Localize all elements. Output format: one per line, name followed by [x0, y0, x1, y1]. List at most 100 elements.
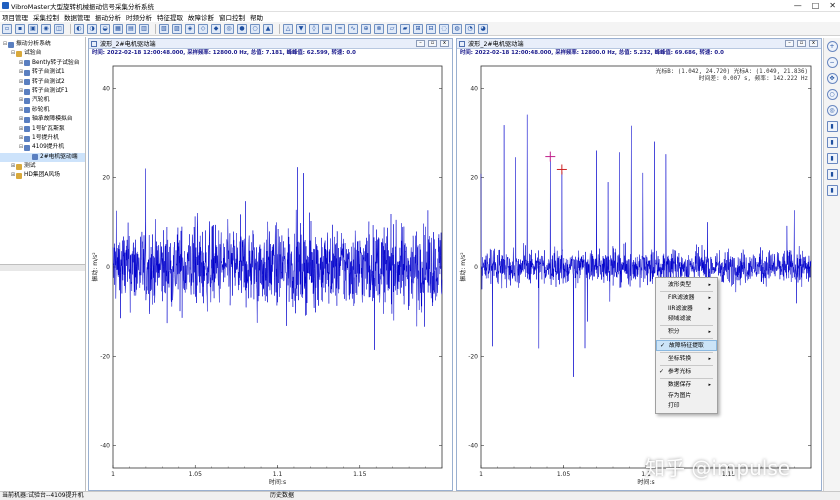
context-menu-item[interactable]: ✓ 故障特征提取	[656, 340, 717, 351]
toolbar-tool-icon[interactable]: ▧	[159, 23, 169, 34]
context-menu-item[interactable]: 波形类型	[656, 280, 717, 291]
context-menu-item[interactable]: 打印	[656, 401, 717, 411]
context-menu-item[interactable]: 频域滤波	[656, 314, 717, 324]
minimize-button[interactable]: —	[794, 1, 802, 10]
waveform-plot[interactable]: -40 -20 0 20 40 1 1.05 1.1 1.15 时间:s 振动: m/s² 光标B: …	[457, 58, 821, 490]
child-minimize-button[interactable]: –	[785, 40, 794, 47]
context-menu-item[interactable]: 数据保存	[656, 380, 717, 391]
context-menu-item[interactable]: FIR滤波器	[656, 293, 717, 304]
tree-node[interactable]: ⊟ 4109提升机	[0, 143, 85, 152]
toolbar-tool-icon[interactable]: ▪	[15, 23, 25, 34]
toolbar-tool-icon[interactable]: ◊	[309, 23, 319, 34]
tree-node[interactable]: ⊞ HD集团A风场	[0, 171, 85, 180]
toolbar-tool-icon[interactable]: ⊞	[413, 23, 423, 34]
child-restore-button[interactable]: ▫	[428, 40, 437, 47]
toolbar-tool-icon[interactable]: ◍	[452, 23, 462, 34]
toolbar-tool-icon[interactable]: △	[283, 23, 293, 34]
watermark: 知乎 @impulse	[645, 456, 791, 480]
waveform-plot[interactable]: -40 -20 0 20 40 1 1.05 1.1 1.15 时间:s 振动: m/s²	[89, 58, 452, 490]
toolbar-tool-icon[interactable]: ◉	[41, 23, 51, 34]
toolbar-tool-icon[interactable]: ⊗	[374, 23, 384, 34]
tree-node[interactable]: ⊞ 转子台测试2	[0, 78, 85, 87]
toolbar-tool-icon[interactable]: ▱	[387, 23, 397, 34]
waveform-chart[interactable]: -40 -20 0 20 40 1 1.05 1.1 1.15 时间:s 振动: m/s²	[89, 58, 452, 490]
toolbar-tool-icon[interactable]: ◫	[54, 23, 64, 34]
window-caption[interactable]: 波形_2#电机驱动端 – ▫ x	[89, 39, 452, 49]
tree-node[interactable]: ⊞ 1号提升机	[0, 134, 85, 143]
tree-node[interactable]: ⊞ 测试	[0, 162, 85, 171]
toolbar-tool-icon[interactable]: ◑	[87, 23, 97, 34]
toolbar-tool-icon[interactable]: ▰	[400, 23, 410, 34]
bar-chart-icon[interactable]: ▮	[826, 121, 838, 132]
toolbar-tool-icon[interactable]: ○	[250, 23, 260, 34]
spectrum-compare-icon[interactable]: ▮	[826, 169, 838, 180]
toolbar-tool-icon[interactable]: ▦	[113, 23, 123, 34]
spectrum-red-icon[interactable]: ▮	[826, 153, 838, 164]
toolbar-tool-icon[interactable]: ▲	[263, 23, 273, 34]
pan-icon[interactable]: ✥	[826, 73, 838, 84]
child-minimize-button[interactable]: –	[416, 40, 425, 47]
context-menu-item[interactable]: 存为图片	[656, 391, 717, 401]
maximize-button[interactable]: □	[812, 1, 820, 10]
menu-help[interactable]: 帮助	[250, 12, 263, 22]
close-button[interactable]: ✕	[829, 1, 836, 10]
reset-view-icon[interactable]: ◎	[826, 105, 838, 116]
toolbar-tool-icon[interactable]: ◇	[198, 23, 208, 34]
toolbar-tool-icon[interactable]: ◕	[478, 23, 488, 34]
menu-diagnosis[interactable]: 故障诊断	[188, 12, 214, 22]
menu-vibration[interactable]: 振动分析	[95, 12, 121, 22]
menu-window[interactable]: 窗口控制	[219, 12, 245, 22]
context-menu-item[interactable]: 积分	[656, 327, 717, 338]
toolbar-tool-icon[interactable]: ≡	[322, 23, 332, 34]
tree-node[interactable]: ⊞ 汽轮机	[0, 96, 85, 105]
tree-node[interactable]: ⊟ 振动分析系统	[0, 40, 85, 49]
context-menu-item[interactable]: 坐标转换	[656, 354, 717, 365]
context-menu-item[interactable]: IIR滤波器	[656, 304, 717, 315]
toolbar-tool-icon[interactable]: ▼	[296, 23, 306, 34]
tree-node[interactable]: ⊟ 试验台	[0, 49, 85, 58]
toolbar-tool-icon[interactable]: ≈	[335, 23, 345, 34]
child-close-button[interactable]: x	[440, 40, 449, 47]
tree-node[interactable]: ⊞ Bently转子试验台	[0, 59, 85, 68]
toolbar-tool-icon[interactable]: ▣	[28, 23, 38, 34]
toolbar-tool-icon[interactable]: ◒	[100, 23, 110, 34]
toolbar-tool-icon[interactable]: ∿	[348, 23, 358, 34]
toolbar-tool-icon[interactable]: ▥	[139, 23, 149, 34]
child-restore-button[interactable]: ▫	[797, 40, 806, 47]
child-close-button[interactable]: x	[809, 40, 818, 47]
context-menu-item[interactable]: ✓ 参考光标	[656, 367, 717, 377]
status-bar: 当前机器:试验台--4109提升机 历史数据	[0, 491, 840, 500]
menu-timefreq[interactable]: 时频分析	[126, 12, 152, 22]
toolbar-tool-icon[interactable]: ◈	[185, 23, 195, 34]
context-menu-label: 打印	[668, 402, 680, 409]
toolbar-tool-icon[interactable]: ⊟	[426, 23, 436, 34]
toolbar-tool-icon[interactable]: ◆	[211, 23, 221, 34]
tree-node[interactable]: ⊞ 轴承故障模拟台	[0, 115, 85, 124]
toolbar-tool-icon[interactable]: ▤	[126, 23, 136, 34]
toolbar-tool-icon[interactable]: ⊕	[361, 23, 371, 34]
tree-node[interactable]: 2#电机驱动端	[0, 152, 85, 163]
toolbar-tool-icon[interactable]: ●	[237, 23, 247, 34]
spectrum-multi-icon[interactable]: ▮	[826, 185, 838, 196]
toolbar-tool-icon[interactable]: ▫	[2, 23, 12, 34]
waveform-chart[interactable]: -40-20020401 1.05 1.1 1.15时间:s振动: m/s²光标B: …	[457, 58, 821, 490]
menu-feature[interactable]: 特征提取	[157, 12, 183, 22]
machine-icon	[24, 135, 30, 142]
tree-node[interactable]: ⊞ 砂轮机	[0, 106, 85, 115]
tree-node[interactable]: ⊞ 1号矿瓦斯泵	[0, 125, 85, 134]
toolbar-tool-icon[interactable]: ◔	[465, 23, 475, 34]
tree-node[interactable]: ⊞ 转子台测试1	[0, 68, 85, 77]
spectrum-icon[interactable]: ▮	[826, 137, 838, 148]
menu-project[interactable]: 项目管理	[2, 12, 28, 22]
toolbar-tool-icon[interactable]: ◎	[224, 23, 234, 34]
menu-data[interactable]: 数据管理	[64, 12, 90, 22]
zoom-in-icon[interactable]: +	[826, 41, 838, 52]
window-caption[interactable]: 波形_2#电机驱动端 – ▫ x	[457, 39, 821, 49]
menu-acquisition[interactable]: 采集控制	[33, 12, 59, 22]
toolbar-tool-icon[interactable]: ▨	[172, 23, 182, 34]
zoom-out-icon[interactable]: −	[826, 57, 838, 68]
toolbar-tool-icon[interactable]: ◐	[74, 23, 84, 34]
tree-node[interactable]: ⊞ 转子台测试F1	[0, 87, 85, 96]
toolbar-tool-icon[interactable]: ◌	[439, 23, 449, 34]
cursor-circle-icon[interactable]: ○	[826, 89, 838, 100]
